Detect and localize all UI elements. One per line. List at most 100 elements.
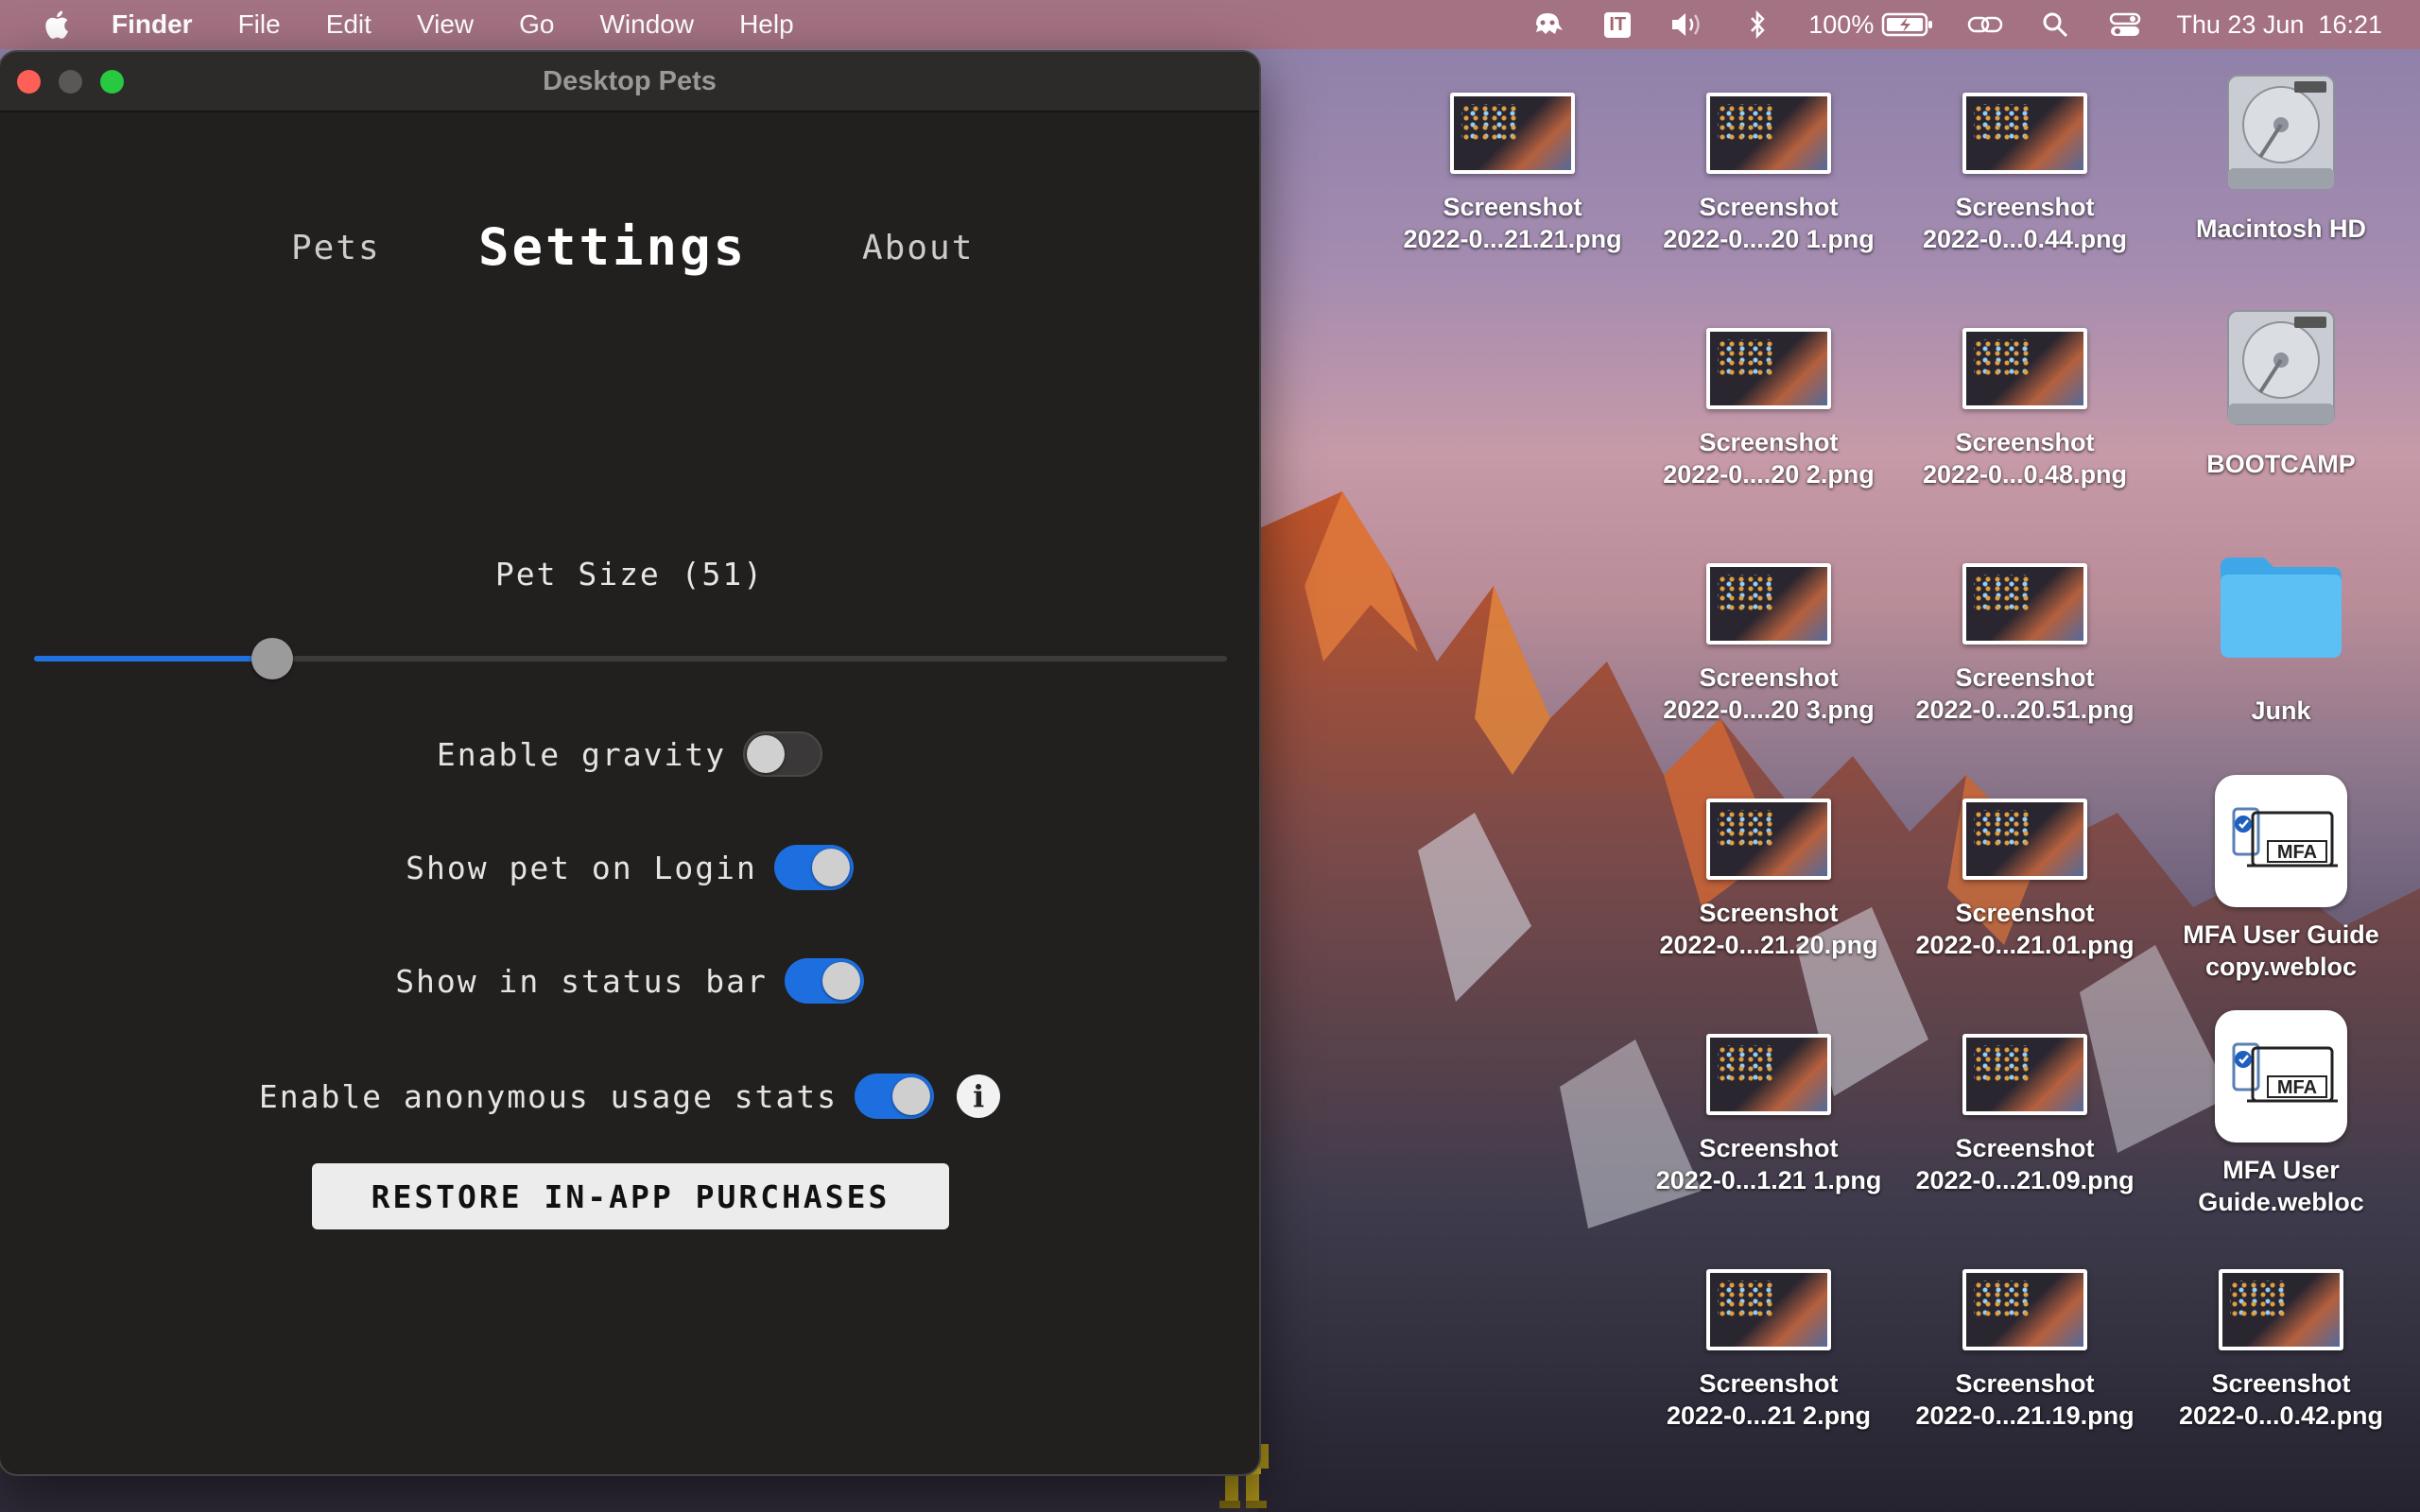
pet-size-label: Pet Size (51): [494, 556, 765, 593]
desktop-file-screenshot[interactable]: Screenshot 2022-0...21.09.png: [1902, 1034, 2148, 1196]
gravity-toggle[interactable]: [743, 731, 823, 777]
file-name: Screenshot 2022-0...0.48.png: [1922, 428, 2128, 489]
file-name: Screenshot 2022-0...21.21.png: [1403, 193, 1622, 253]
menu-window[interactable]: Window: [599, 9, 694, 40]
file-name: Screenshot 2022-0....20 3.png: [1663, 663, 1875, 724]
menu-bar: Finder File Edit View Go Window Help IT …: [0, 0, 2420, 49]
battery-percent: 100%: [1808, 9, 1875, 39]
volume-icon[interactable]: [1668, 9, 1706, 41]
status-bar-label: Show in status bar: [395, 962, 768, 1000]
hard-disk-icon: [2227, 75, 2335, 190]
file-name: BOOTCAMP: [2206, 450, 2356, 478]
desktop-folder-junk[interactable]: Junk: [2158, 550, 2404, 727]
bluetooth-icon[interactable]: [1738, 9, 1776, 41]
desktop-pets-window: Desktop Pets Pets Settings About Pet Siz…: [0, 52, 1259, 1474]
desktop-file-screenshot[interactable]: Screenshot 2022-0...20.51.png: [1902, 563, 2148, 726]
desktop-file-screenshot[interactable]: Screenshot 2022-0...21.21.png: [1390, 93, 1635, 255]
window-titlebar[interactable]: Desktop Pets: [0, 52, 1259, 112]
desktop-file-screenshot[interactable]: Screenshot 2022-0...0.48.png: [1902, 328, 2148, 490]
status-area: IT 100% Thu 23 Jun 16:21: [1496, 0, 2382, 49]
screen-mirroring-icon[interactable]: [1966, 9, 2004, 41]
file-name: Junk: [2251, 696, 2311, 725]
screenshot-thumbnail: [1706, 1269, 1831, 1350]
desktop-file-screenshot[interactable]: Screenshot 2022-0...21 2.png: [1646, 1269, 1892, 1432]
input-source-icon[interactable]: IT: [1599, 9, 1636, 41]
gravity-label: Enable gravity: [436, 735, 727, 773]
menu-help[interactable]: Help: [739, 9, 794, 40]
file-name: Macintosh HD: [2195, 215, 2366, 243]
file-name: Screenshot 2022-0...0.44.png: [1922, 193, 2128, 253]
desktop-disk-bootcamp[interactable]: BOOTCAMP: [2158, 305, 2404, 480]
desktop-webloc-mfa-guide[interactable]: MFA MFA User Guide.webloc: [2158, 1010, 2404, 1218]
window-title: Desktop Pets: [543, 65, 717, 96]
file-name: MFA User Guide.webloc: [2198, 1156, 2364, 1216]
desktop-file-screenshot[interactable]: Screenshot 2022-0...0.44.png: [1902, 93, 2148, 255]
tab-pets[interactable]: Pets: [291, 229, 381, 267]
screenshot-thumbnail: [1706, 328, 1831, 409]
option-usage-stats: Enable anonymous usage stats i: [0, 1068, 1259, 1125]
screenshot-thumbnail: [1706, 563, 1831, 644]
desktop-file-screenshot[interactable]: Screenshot 2022-0....20 1.png: [1646, 93, 1892, 255]
file-name: Screenshot 2022-0...21.01.png: [1915, 899, 2135, 959]
slider-knob[interactable]: [251, 638, 294, 679]
desktop-file-screenshot[interactable]: Screenshot 2022-0...1.21 1.png: [1646, 1034, 1892, 1196]
file-name: MFA User Guide copy.webloc: [2183, 920, 2379, 981]
folder-icon: [2221, 558, 2342, 658]
login-label: Show pet on Login: [406, 849, 757, 886]
hard-disk-icon: [2227, 310, 2335, 425]
screenshot-thumbnail: [1962, 328, 2087, 409]
pet-size-slider[interactable]: [34, 638, 1227, 679]
screenshot-thumbnail: [1962, 93, 2087, 174]
login-toggle[interactable]: [773, 845, 854, 890]
close-button[interactable]: [17, 70, 41, 94]
file-name: Screenshot 2022-0...21.09.png: [1915, 1134, 2135, 1194]
menu-file[interactable]: File: [238, 9, 281, 40]
file-name: Screenshot 2022-0...1.21 1.png: [1655, 1134, 1882, 1194]
file-name: Screenshot 2022-0...20.51.png: [1915, 663, 2135, 724]
zoom-button[interactable]: [100, 70, 124, 94]
restore-purchases-button[interactable]: RESTORE IN-APP PURCHASES: [312, 1163, 949, 1229]
slider-fill: [34, 656, 273, 662]
option-status-bar: Show in status bar: [0, 953, 1259, 1009]
file-name: Screenshot 2022-0...21 2.png: [1666, 1369, 1872, 1430]
file-name: Screenshot 2022-0...0.42.png: [2178, 1369, 2384, 1430]
apple-icon[interactable]: [42, 9, 70, 41]
menubar-clock[interactable]: Thu 23 Jun 16:21: [2176, 10, 2382, 40]
desktop-disk-macintosh-hd[interactable]: Macintosh HD: [2158, 70, 2404, 245]
file-name: Screenshot 2022-0...21.20.png: [1659, 899, 1878, 959]
option-show-on-login: Show pet on Login: [0, 839, 1259, 896]
screenshot-thumbnail: [1706, 1034, 1831, 1115]
file-name: Screenshot 2022-0....20 2.png: [1663, 428, 1875, 489]
mfa-badge: MFA: [2277, 842, 2317, 863]
tab-bar: Pets Settings About: [0, 217, 1259, 284]
desktop-file-screenshot[interactable]: Screenshot 2022-0...21.19.png: [1902, 1269, 2148, 1432]
minimize-button[interactable]: [59, 70, 82, 94]
desktop-file-screenshot[interactable]: Screenshot 2022-0....20 2.png: [1646, 328, 1892, 490]
info-icon[interactable]: i: [957, 1074, 1001, 1118]
desktop-file-screenshot[interactable]: Screenshot 2022-0....20 3.png: [1646, 563, 1892, 726]
ghost-icon[interactable]: [1529, 9, 1566, 41]
screenshot-thumbnail: [1706, 93, 1831, 174]
file-name: Screenshot 2022-0...21.19.png: [1915, 1369, 2135, 1430]
menu-view[interactable]: View: [417, 9, 474, 40]
screenshot-thumbnail: [1706, 799, 1831, 880]
tab-settings[interactable]: Settings: [478, 217, 747, 277]
desktop-file-screenshot[interactable]: Screenshot 2022-0...21.20.png: [1646, 799, 1892, 961]
screenshot-thumbnail: [2219, 1269, 2343, 1350]
desktop-file-screenshot[interactable]: Screenshot 2022-0...21.01.png: [1902, 799, 2148, 961]
status-bar-toggle[interactable]: [784, 958, 864, 1004]
menu-app-name[interactable]: Finder: [112, 9, 193, 40]
screenshot-thumbnail: [1962, 1269, 2087, 1350]
battery-icon[interactable]: [1881, 9, 1934, 41]
usage-stats-label: Enable anonymous usage stats: [258, 1077, 838, 1115]
menu-edit[interactable]: Edit: [326, 9, 372, 40]
desktop-file-screenshot[interactable]: Screenshot 2022-0...0.42.png: [2158, 1269, 2404, 1432]
screenshot-thumbnail: [1962, 799, 2087, 880]
menu-go[interactable]: Go: [519, 9, 554, 40]
desktop-webloc-mfa-guide-copy[interactable]: MFA MFA User Guide copy.webloc: [2158, 775, 2404, 983]
file-name: Screenshot 2022-0....20 1.png: [1663, 193, 1875, 253]
search-icon[interactable]: [2036, 9, 2074, 41]
tab-about[interactable]: About: [862, 229, 974, 267]
control-center-icon[interactable]: [2106, 9, 2144, 41]
usage-stats-toggle[interactable]: [855, 1074, 935, 1119]
